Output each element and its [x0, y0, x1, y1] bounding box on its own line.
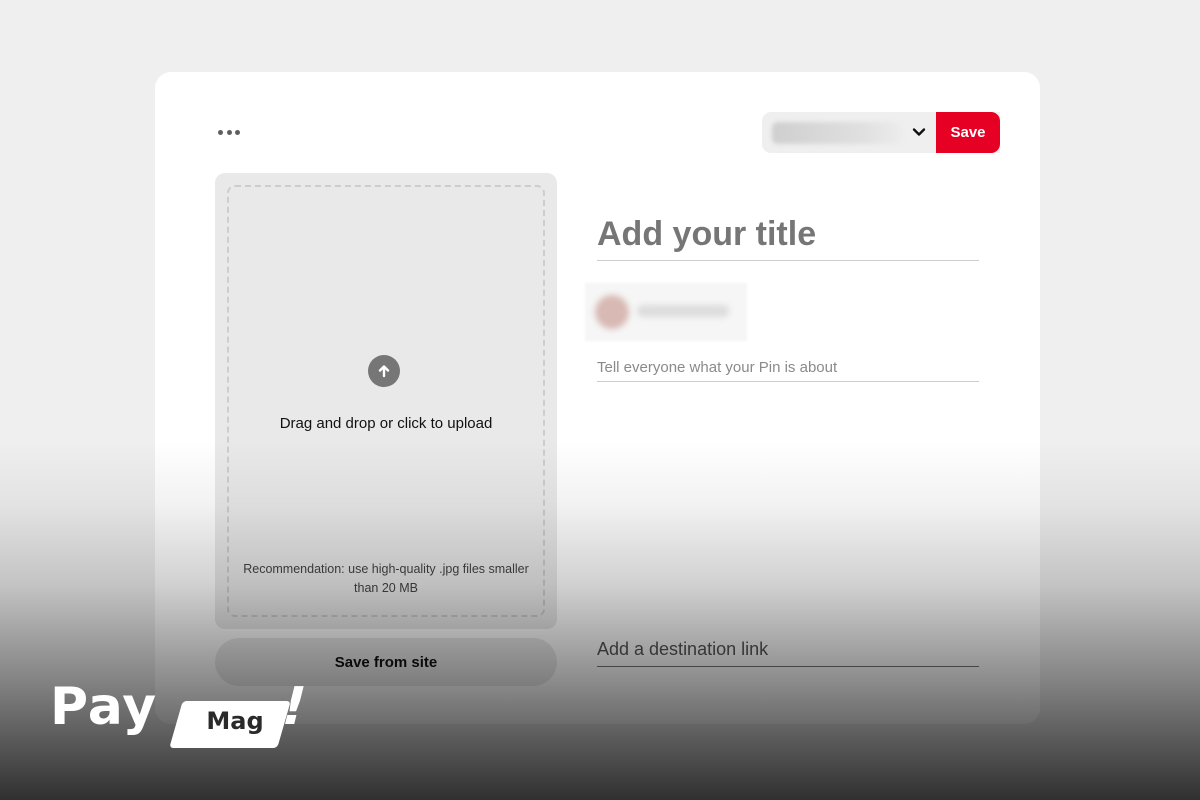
save-button[interactable]: Save: [936, 112, 1000, 153]
upload-dropzone[interactable]: [227, 185, 545, 617]
pin-title-input[interactable]: [597, 208, 979, 261]
more-options-button[interactable]: [218, 122, 240, 142]
avatar: [595, 295, 629, 329]
username-blurred: [637, 305, 729, 317]
upload-recommendation: Recommendation: use high-quality .jpg fi…: [243, 562, 529, 595]
upload-prompt: Drag and drop or click to upload: [279, 415, 493, 432]
logo-text-pay: Pay: [50, 677, 158, 737]
board-name-blurred: [772, 122, 902, 144]
paymag-watermark-logo: Pay Mag !: [50, 677, 320, 753]
pin-description-input[interactable]: [597, 353, 979, 382]
save-from-site-button[interactable]: Save from site: [215, 638, 557, 686]
user-profile-blurred: [585, 283, 747, 341]
pin-builder-card: Save Drag and drop or click to upload Re…: [155, 72, 1040, 724]
logo-text-mag: Mag: [206, 707, 264, 735]
destination-link-input[interactable]: [597, 633, 979, 667]
image-upload-area[interactable]: Drag and drop or click to upload Recomme…: [215, 173, 557, 629]
chevron-down-icon: [912, 128, 926, 136]
more-horizontal-icon: [218, 129, 223, 135]
arrow-up-circle-icon: [368, 355, 400, 387]
